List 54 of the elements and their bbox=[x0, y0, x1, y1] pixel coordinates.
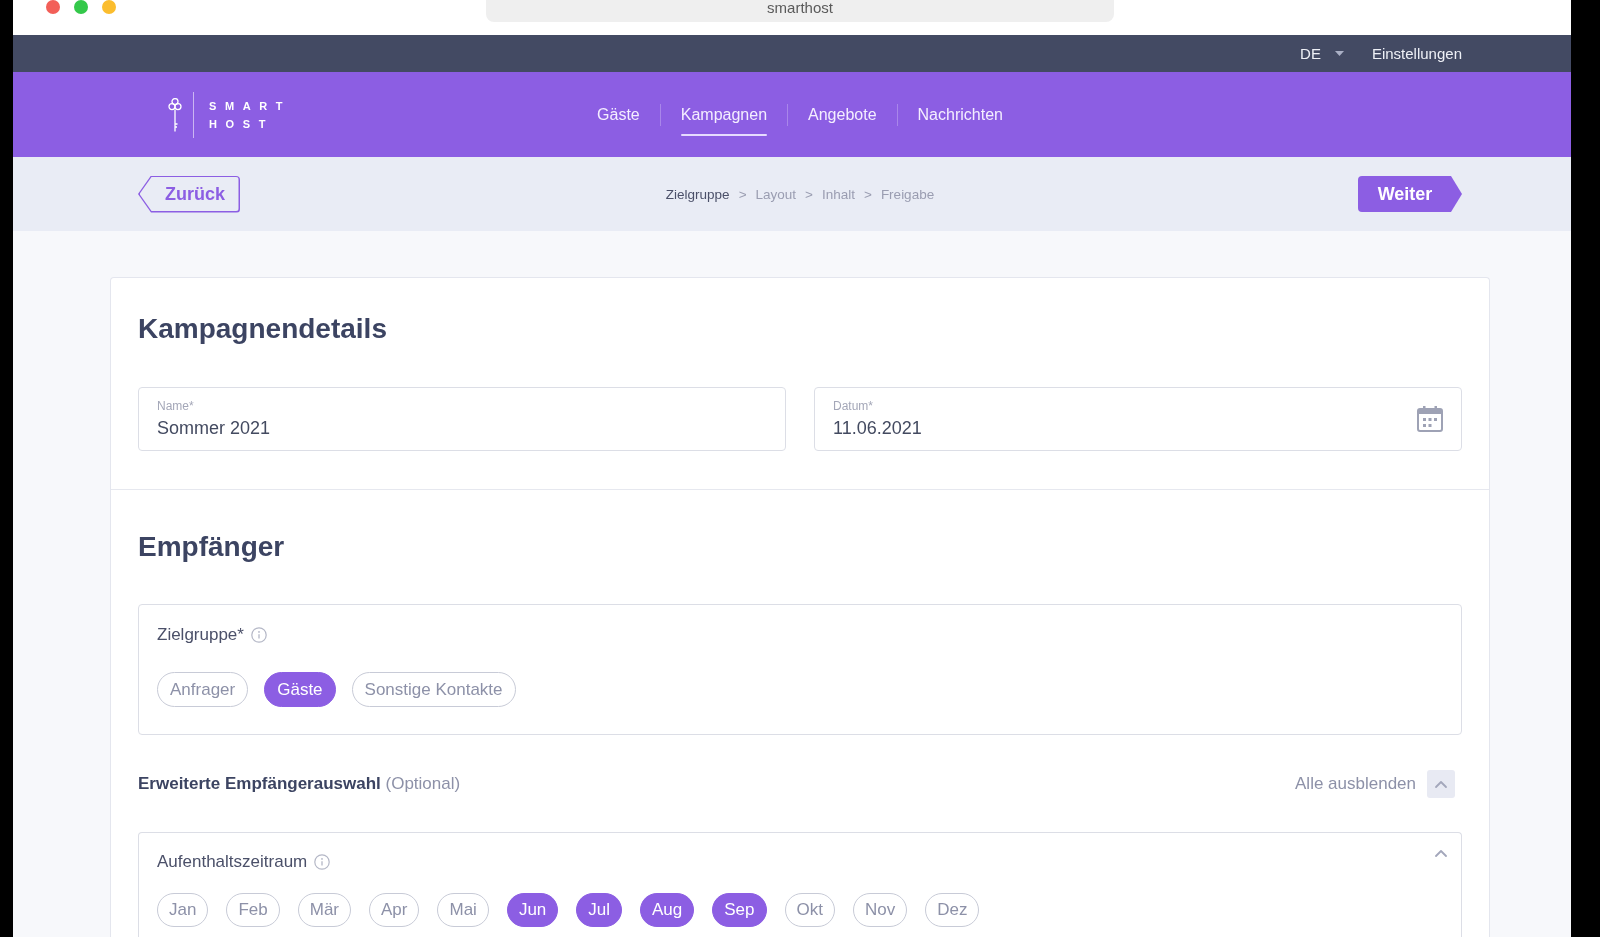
month-chip[interactable]: Jun bbox=[506, 893, 559, 927]
wizard-step: Layout bbox=[755, 186, 797, 202]
logo-text: SMART bbox=[209, 98, 292, 114]
back-button[interactable]: Zurück bbox=[138, 175, 240, 213]
audience-chip[interactable]: Gäste bbox=[264, 672, 336, 707]
month-chip[interactable]: Mai bbox=[437, 893, 489, 927]
logo-text: HOST bbox=[209, 116, 275, 132]
close-window-icon[interactable] bbox=[46, 0, 60, 14]
month-chip[interactable]: Mär bbox=[297, 893, 351, 927]
breadcrumb-separator: > bbox=[864, 186, 872, 202]
group-label: Aufenthaltszeitraum bbox=[157, 853, 308, 871]
advanced-selection-title: Erweiterte Empfängerauswahl (Optional) bbox=[138, 774, 461, 794]
breadcrumb-separator: > bbox=[805, 186, 813, 202]
field-label: Name* bbox=[157, 399, 194, 413]
nav-tab[interactable]: Gäste bbox=[577, 92, 660, 137]
language-select[interactable]: DE bbox=[1300, 45, 1344, 62]
chevron-icon[interactable] bbox=[1435, 849, 1447, 858]
collapse-all-button[interactable]: Alle ausblenden bbox=[1295, 770, 1455, 798]
info-icon[interactable] bbox=[250, 627, 267, 643]
month-chip[interactable]: Aug bbox=[640, 893, 695, 927]
nav-tab[interactable]: Angebote bbox=[788, 92, 897, 137]
caret-icon bbox=[1334, 51, 1344, 56]
next-button[interactable]: Weiter bbox=[1358, 176, 1462, 212]
maximize-window-icon[interactable] bbox=[102, 0, 116, 14]
field-label: Datum* bbox=[833, 399, 873, 413]
key-icon bbox=[168, 97, 182, 132]
nav-tab[interactable]: Nachrichten bbox=[897, 92, 1023, 137]
group-label: Zielgruppe* bbox=[157, 626, 244, 644]
month-chip[interactable]: Sep bbox=[712, 893, 767, 927]
month-chip[interactable]: Apr bbox=[369, 893, 420, 927]
info-icon[interactable] bbox=[314, 854, 331, 870]
month-chip[interactable]: Okt bbox=[784, 893, 835, 927]
settings-link[interactable]: Einstellungen bbox=[1371, 45, 1462, 62]
audience-chip[interactable]: Anfrager bbox=[157, 672, 249, 707]
breadcrumb-separator: > bbox=[738, 186, 747, 202]
section-title: Empfänger bbox=[138, 530, 286, 564]
nav-tab[interactable]: Kampagnen bbox=[660, 92, 788, 137]
month-chip[interactable]: Jul bbox=[576, 893, 623, 927]
wizard-step: Zielgruppe bbox=[665, 186, 730, 202]
date-field[interactable]: Datum* 11.06.2021 bbox=[814, 387, 1462, 451]
month-chip[interactable]: Dez bbox=[925, 893, 980, 927]
field-value: Sommer 2021 bbox=[157, 417, 271, 439]
minimize-window-icon[interactable] bbox=[74, 0, 88, 14]
month-chip[interactable]: Nov bbox=[853, 893, 908, 927]
month-chip[interactable]: Feb bbox=[226, 893, 280, 927]
calendar-icon[interactable] bbox=[1417, 406, 1443, 432]
wizard-step: Inhalt bbox=[821, 186, 855, 202]
text-field[interactable]: Name* Sommer 2021 bbox=[138, 387, 786, 451]
wizard-step: Freigabe bbox=[880, 186, 935, 202]
field-value: 11.06.2021 bbox=[833, 417, 922, 439]
address-field[interactable]: smarthost bbox=[486, 0, 1114, 22]
audience-chip[interactable]: Sonstige Kontakte bbox=[351, 672, 516, 707]
month-chip[interactable]: Jan bbox=[157, 893, 209, 927]
section-title: Kampagnendetails bbox=[138, 312, 388, 346]
